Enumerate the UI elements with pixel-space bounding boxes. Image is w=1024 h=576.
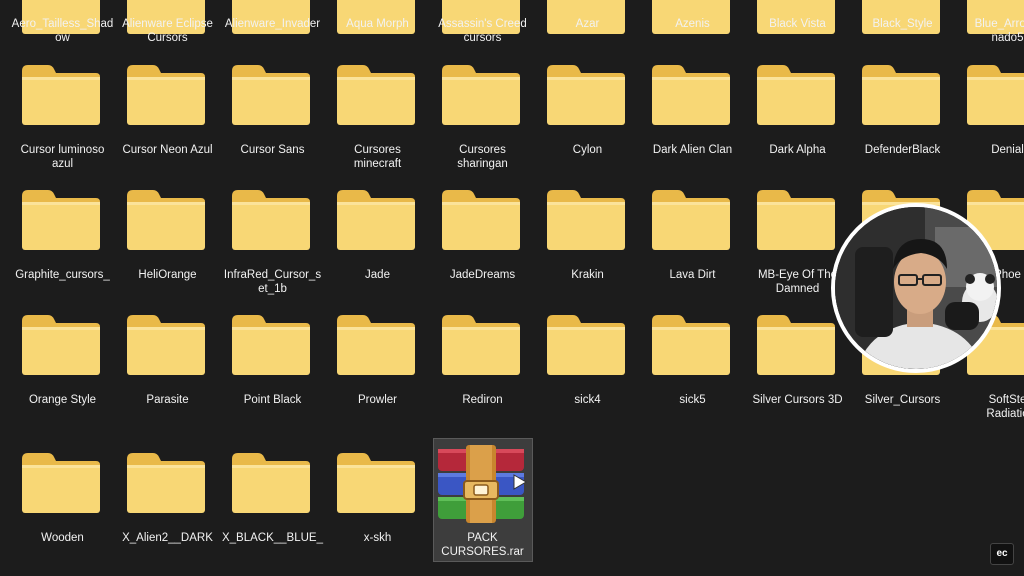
folder-icon <box>125 451 207 515</box>
rar-file-label: PACK CURSORES.rar <box>441 532 524 558</box>
folder-icon <box>755 188 837 252</box>
folder-icon <box>230 188 312 252</box>
webcam-overlay <box>831 203 1001 373</box>
folder-icon <box>440 313 522 377</box>
folder-icon <box>125 313 207 377</box>
rar-file-item[interactable]: PACK CURSORES.rar <box>0 0 533 562</box>
folder-item[interactable]: X_BLACK__BLUE_ <box>210 0 323 544</box>
folder-icon <box>20 451 102 515</box>
folder-icon <box>545 313 627 377</box>
folder-item[interactable]: X_Alien2__DARK <box>105 0 213 544</box>
folder-item[interactable]: Silver_Cursors <box>840 0 942 406</box>
folder-item[interactable]: Silver Cursors 3D <box>735 0 843 406</box>
presenter-image <box>835 207 997 369</box>
folder-item[interactable]: x-skh <box>315 0 417 544</box>
folder-icon <box>545 188 627 252</box>
folder-label: SoftSte Radiatio <box>986 394 1024 420</box>
folder-item[interactable]: SoftSte Radiatio <box>945 0 1024 420</box>
folder-icon <box>20 313 102 377</box>
folder-icon <box>230 313 312 377</box>
channel-logo-badge: ec <box>990 543 1014 565</box>
folder-icon <box>335 188 417 252</box>
folder-icon <box>125 188 207 252</box>
folder-item[interactable]: Rediron <box>420 0 522 406</box>
folder-item[interactable]: sick4 <box>525 0 627 406</box>
folder-icon <box>440 188 522 252</box>
folder-icon <box>230 451 312 515</box>
folder-icon <box>650 313 732 377</box>
folder-icon <box>755 313 837 377</box>
folder-icon <box>650 188 732 252</box>
folder-label: Denial <box>991 144 1024 156</box>
folder-item[interactable]: sick5 <box>630 0 732 406</box>
folder-icon <box>335 313 417 377</box>
folder-icon <box>20 188 102 252</box>
winrar-archive-icon <box>436 445 528 530</box>
folder-icon <box>335 451 417 515</box>
